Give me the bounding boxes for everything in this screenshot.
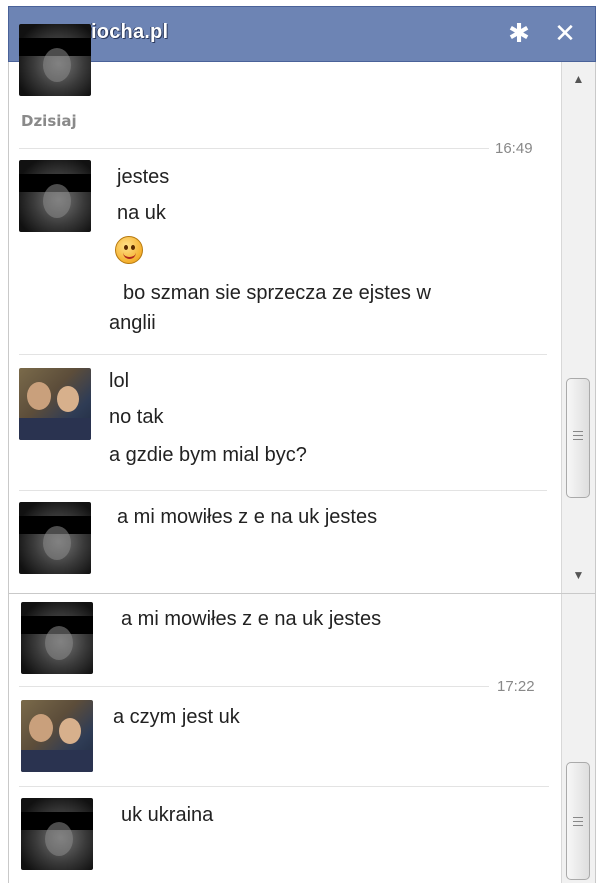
chat-history-pane[interactable]: Dzisiaj 16:49 jestes na uk bo szman sie … [8,24,596,594]
chat-scrollbar[interactable] [561,594,595,883]
divider [19,786,549,787]
message-text: uk ukraina [121,804,214,826]
avatar [19,368,91,440]
message-timestamp: 16:49 [495,140,533,157]
avatar [19,502,91,574]
close-icon[interactable]: ✕ [549,17,581,49]
message-text: no tak [109,406,164,428]
avatar [19,24,91,96]
avatar [21,798,93,870]
message-text: lol [109,370,130,392]
divider [19,490,547,491]
message-text: a gzdie bym mial byc? [109,444,307,466]
day-separator-label: Dzisiaj [21,112,77,130]
scroll-up-arrow-icon[interactable]: ▲ [562,68,595,90]
chat-scrollbar[interactable]: ▲ ▼ [561,62,595,593]
scrollbar-thumb[interactable] [566,762,590,880]
avatar [21,700,93,772]
divider [19,354,547,355]
message-text: bo szman sie sprzecza ze ejstes w [123,282,431,304]
avatar [21,602,93,674]
message-text: jestes [117,166,170,188]
scrollbar-thumb[interactable] [566,378,590,498]
divider [19,686,489,687]
chat-header: www.wiocha.pl ✱ ✕ [8,6,596,62]
avatar [19,160,91,232]
message-text: a czym jest uk [113,706,240,728]
scroll-down-arrow-icon[interactable]: ▼ [562,564,595,586]
gear-icon[interactable]: ✱ [503,17,535,49]
message-text: anglii [109,312,156,334]
divider [19,148,489,149]
message-text: a mi mowiłes z e na uk jestes [117,506,378,528]
chat-history-pane[interactable]: a mi mowiłes z e na uk jestes 17:22 a cz… [8,594,596,883]
chat-window: www.wiocha.pl ✱ ✕ Dzisiaj 16:49 jestes n… [0,0,600,883]
message-text: na uk [117,202,166,224]
message-text: a mi mowiłes z e na uk jestes [121,608,382,630]
smiley-emoticon-icon [115,236,143,264]
message-timestamp: 17:22 [497,678,535,695]
